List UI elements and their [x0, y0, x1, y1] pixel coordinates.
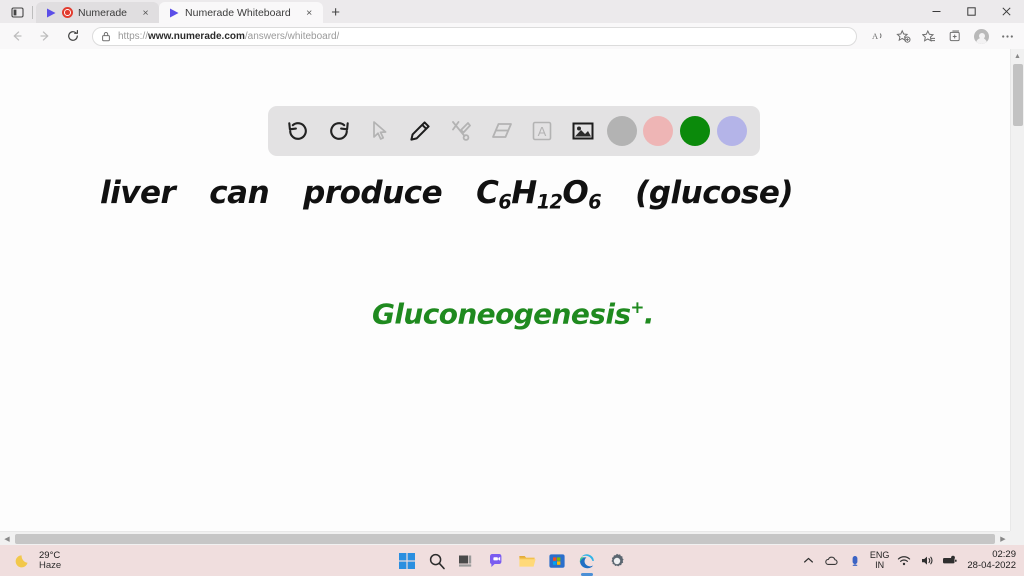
- show-hidden-icons-icon[interactable]: [801, 553, 817, 569]
- tab-numerade[interactable]: Numerade ×: [36, 2, 160, 23]
- vertical-scrollbar[interactable]: ▲ ▼: [1010, 49, 1024, 545]
- read-aloud-icon[interactable]: A: [865, 25, 890, 47]
- tools-icon[interactable]: [444, 114, 478, 148]
- tab-numerade-whiteboard[interactable]: Numerade Whiteboard ×: [159, 2, 323, 23]
- edge-button[interactable]: [576, 550, 598, 572]
- scrollbar-corner: [1010, 531, 1024, 545]
- ink-formula-c: C: [476, 175, 499, 211]
- forward-arrow-icon[interactable]: [32, 25, 58, 47]
- ink-word-produce: produce: [303, 175, 443, 211]
- scroll-right-button[interactable]: ▶: [996, 532, 1010, 545]
- redo-icon[interactable]: [322, 114, 356, 148]
- clock-date: 28-04-2022: [967, 559, 1016, 571]
- ink-line-1: liver can produce C6H12O6 (glucose): [100, 175, 794, 214]
- undo-icon[interactable]: [281, 114, 315, 148]
- window-controls: [919, 0, 1024, 23]
- battery-icon[interactable]: [942, 553, 958, 569]
- ink-plus-mark: +: [630, 297, 644, 317]
- region-code: IN: [875, 559, 885, 570]
- ink-formula-c-sub: 6: [498, 190, 512, 214]
- horizontal-scrollbar[interactable]: ◀ ▶: [0, 531, 1010, 545]
- clock[interactable]: 02:29 28-04-2022: [967, 548, 1016, 572]
- numerade-logo-icon: [167, 6, 180, 19]
- file-explorer-button[interactable]: [516, 550, 538, 572]
- wifi-icon[interactable]: [896, 553, 912, 569]
- ink-line-2-green: Gluconeogenesis+.: [372, 297, 655, 331]
- ink-period: .: [643, 297, 655, 331]
- swatch-gray[interactable]: [606, 116, 637, 146]
- ink-formula-o-sub: 6: [588, 190, 602, 214]
- ink-formula-o: O: [562, 175, 589, 211]
- refresh-icon[interactable]: [60, 25, 86, 47]
- settings-more-icon[interactable]: [995, 25, 1020, 47]
- volume-icon[interactable]: [919, 553, 935, 569]
- profile-avatar-icon[interactable]: [969, 25, 994, 47]
- ink-word-liver: liver: [100, 175, 176, 211]
- swatch-periwinkle[interactable]: [716, 116, 747, 146]
- tab-close-button[interactable]: ×: [138, 5, 153, 20]
- back-arrow-icon[interactable]: [4, 25, 30, 47]
- onedrive-icon[interactable]: [824, 553, 840, 569]
- horizontal-scroll-thumb[interactable]: [15, 534, 995, 544]
- add-favorite-icon[interactable]: [891, 25, 916, 47]
- browser-window: Numerade × Numerade Whiteboard × + https…: [0, 0, 1024, 545]
- whiteboard-toolbar: A: [268, 106, 760, 156]
- ink-word-can: can: [209, 175, 270, 211]
- text-icon[interactable]: A: [525, 114, 559, 148]
- scroll-up-button[interactable]: ▲: [1011, 49, 1024, 63]
- lock-icon: [101, 31, 111, 42]
- numerade-logo-icon: [44, 6, 57, 19]
- maximize-icon[interactable]: [954, 0, 989, 23]
- svg-text:A: A: [538, 124, 547, 139]
- ink-glucose-label: (glucose): [635, 175, 794, 211]
- settings-button[interactable]: [606, 550, 628, 572]
- tab-title: Numerade: [78, 6, 128, 19]
- browser-action-icons: A: [865, 25, 1020, 47]
- minimize-icon[interactable]: [919, 0, 954, 23]
- search-button[interactable]: [426, 550, 448, 572]
- windows-taskbar: 29°C Haze ENG IN 02:29 28-04-2022: [0, 545, 1024, 576]
- address-bar[interactable]: https://www.numerade.com/answers/whitebo…: [92, 26, 857, 46]
- swatch-pink[interactable]: [643, 116, 674, 146]
- tab-close-button[interactable]: ×: [302, 5, 317, 20]
- tab-strip: Numerade × Numerade Whiteboard × +: [0, 0, 1024, 23]
- language-indicator[interactable]: ENG IN: [870, 550, 890, 570]
- scroll-left-button[interactable]: ◀: [0, 532, 14, 545]
- ink-formula-h-sub: 12: [536, 190, 563, 214]
- url-text: https://www.numerade.com/answers/whitebo…: [118, 30, 340, 42]
- page-viewport: A liver can produce C6H12O6 (glucose) Glucon…: [0, 49, 1024, 545]
- vertical-scroll-thumb[interactable]: [1013, 64, 1023, 126]
- collections-icon[interactable]: [943, 25, 968, 47]
- windows-update-icon[interactable]: [847, 553, 863, 569]
- browser-toolbar: https://www.numerade.com/answers/whitebo…: [0, 23, 1024, 49]
- tab-strip-divider: [32, 6, 33, 19]
- system-tray: ENG IN 02:29 28-04-2022: [801, 548, 1016, 572]
- ink-formula-h: H: [511, 175, 537, 211]
- task-view-button[interactable]: [456, 550, 478, 572]
- svg-text:A: A: [872, 31, 879, 41]
- start-button[interactable]: [396, 550, 418, 572]
- ink-gluconeogenesis: Gluconeogenesis: [372, 297, 631, 331]
- microsoft-store-button[interactable]: [546, 550, 568, 572]
- swatch-green[interactable]: [679, 116, 710, 146]
- cursor-icon[interactable]: [363, 114, 397, 148]
- tab-actions-icon[interactable]: [4, 2, 30, 23]
- pen-icon[interactable]: [403, 114, 437, 148]
- new-tab-button[interactable]: +: [323, 2, 349, 23]
- favorites-icon[interactable]: [917, 25, 942, 47]
- tab-title: Numerade Whiteboard: [185, 6, 291, 19]
- clock-time: 02:29: [992, 548, 1016, 560]
- close-icon[interactable]: [989, 0, 1024, 23]
- image-icon[interactable]: [566, 114, 600, 148]
- chat-button[interactable]: [486, 550, 508, 572]
- recording-indicator-icon: [62, 7, 73, 18]
- eraser-icon[interactable]: [485, 114, 519, 148]
